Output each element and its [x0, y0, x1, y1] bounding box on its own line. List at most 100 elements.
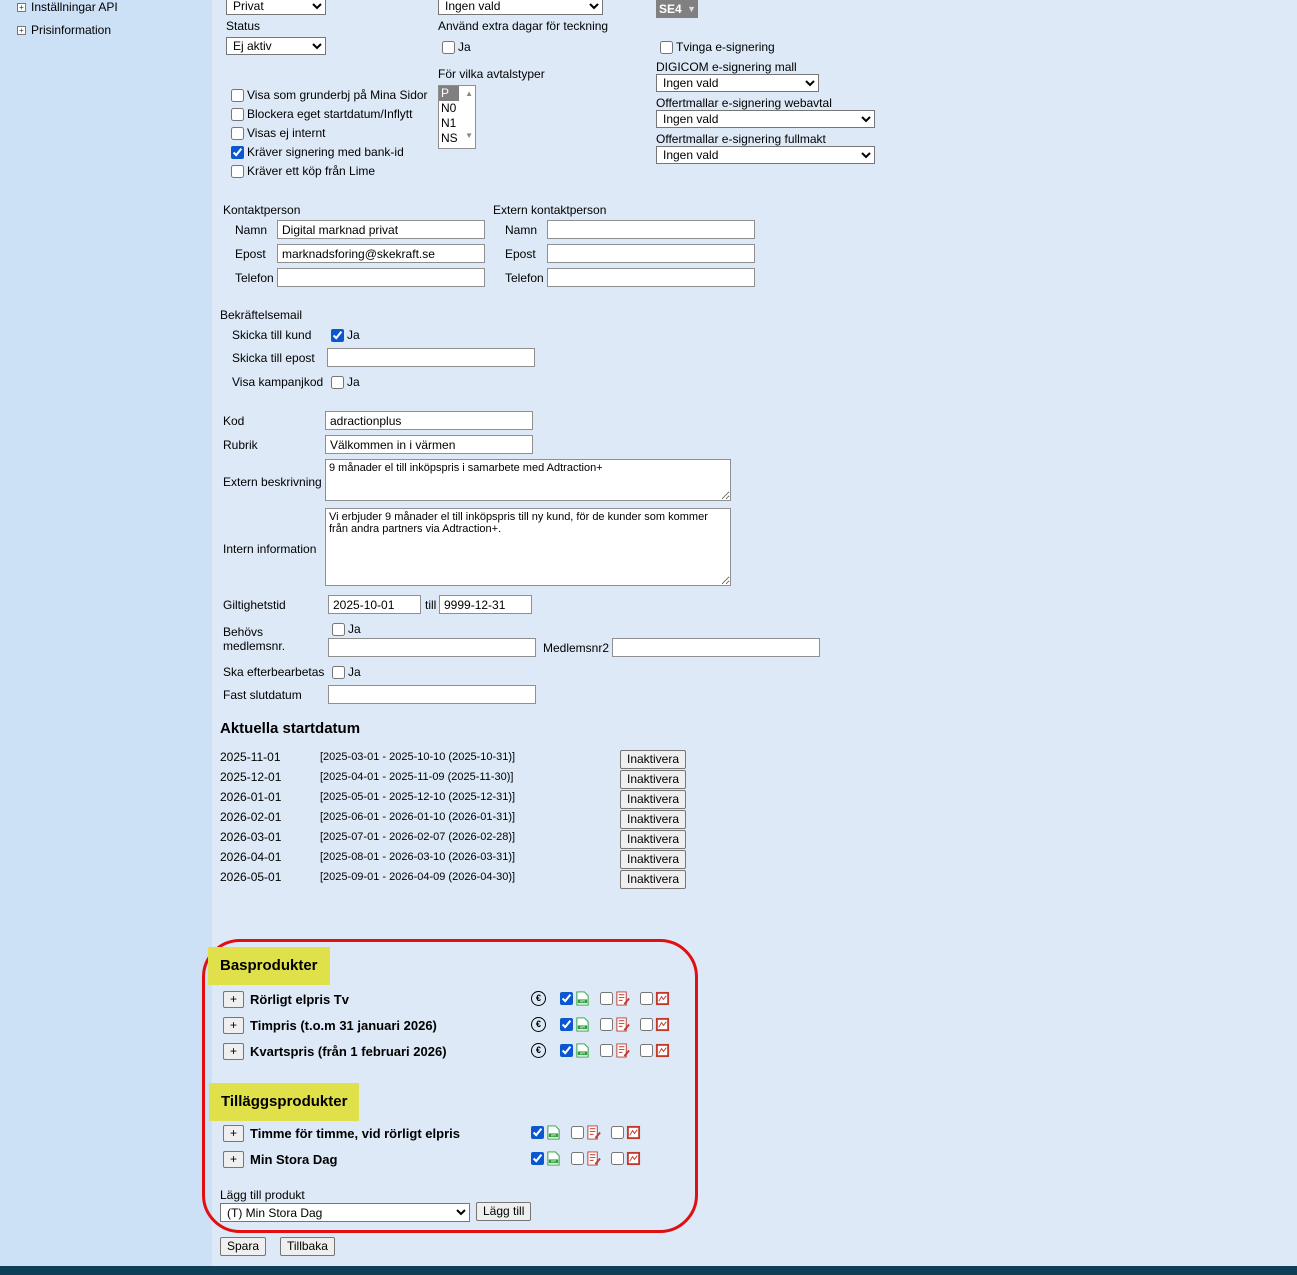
extern-beskrivning-textarea[interactable]: 9 månader el till inköpspris i samarbete… — [325, 459, 731, 501]
lagg-till-produkt-label: Lägg till produkt — [220, 1188, 305, 1202]
extern-kontaktperson-title: Extern kontaktperson — [493, 203, 607, 217]
product-name: Rörligt elpris Tv — [250, 992, 349, 1007]
edit-checkbox[interactable] — [571, 1126, 584, 1139]
signature-checkbox[interactable] — [640, 1044, 653, 1057]
product-options: € API — [531, 1043, 680, 1058]
spara-button[interactable]: Spara — [220, 1237, 267, 1256]
signature-checkbox[interactable] — [611, 1152, 624, 1165]
api-checkbox[interactable] — [560, 992, 573, 1005]
inaktivera-button[interactable]: Inaktivera — [620, 850, 687, 869]
tillbaka-button[interactable]: Tillbaka — [280, 1237, 335, 1256]
signature-doc-icon — [655, 1043, 670, 1058]
kraver-kop-lime-checkbox[interactable] — [231, 164, 244, 178]
expand-icon[interactable]: + — [17, 2, 26, 12]
svg-text:API: API — [580, 1026, 585, 1030]
expand-icon[interactable]: + — [17, 25, 26, 35]
efterbearbetas-checkbox[interactable] — [332, 665, 345, 679]
api-checkbox[interactable] — [531, 1126, 544, 1139]
expand-button[interactable]: + — [223, 991, 244, 1008]
visa-grunderbj-checkbox[interactable] — [231, 88, 244, 102]
startdatum-period: [2025-08-01 - 2026-03-10 (2026-03-31)] — [320, 851, 516, 863]
kontakt-namn-input[interactable] — [277, 220, 485, 239]
extern-namn-input[interactable] — [547, 220, 755, 239]
lagg-till-button[interactable]: Lägg till — [476, 1202, 532, 1221]
sidebar-item-label: Inställningar API — [31, 0, 118, 14]
signature-checkbox[interactable] — [611, 1126, 624, 1139]
behovs-medlemsnr-checkbox[interactable] — [332, 622, 345, 636]
webavtal-select[interactable]: Ingen vald — [656, 110, 875, 128]
sidebar-item-installningar-api[interactable]: + Inställningar API — [17, 0, 118, 14]
fast-slutdatum-input[interactable] — [328, 685, 536, 704]
medlemsnr2-label: Medlemsnr2 — [543, 641, 610, 655]
svg-text:API: API — [551, 1160, 556, 1164]
inaktivera-button[interactable]: Inaktivera — [620, 830, 687, 849]
se-select[interactable]: SE4 ▼ — [656, 0, 698, 18]
intern-information-textarea[interactable]: Vi erbjuder 9 månader el till inköpspris… — [325, 508, 731, 586]
avtalstyp-option[interactable]: N1 — [439, 116, 475, 131]
intern-information-label: Intern information — [223, 542, 317, 556]
product-options: API — [531, 1125, 651, 1140]
api-checkbox[interactable] — [560, 1044, 573, 1057]
product-name: Timme för timme, vid rörligt elpris — [250, 1126, 460, 1141]
signature-checkbox[interactable] — [640, 992, 653, 1005]
extern-telefon-input[interactable] — [547, 268, 755, 287]
sidebar-item-prisinformation[interactable]: + Prisinformation — [17, 23, 111, 37]
kod-label: Kod — [223, 414, 245, 428]
edit-checkbox[interactable] — [600, 992, 613, 1005]
checkbox-label: Kräver signering med bank-id — [247, 145, 404, 159]
giltighet-from-input[interactable] — [328, 595, 421, 614]
extra-days-checkbox-row: Ja — [442, 40, 471, 54]
inaktivera-button[interactable]: Inaktivera — [620, 770, 687, 789]
kontakt-epost-input[interactable] — [277, 244, 485, 263]
option-row: Kräver ett köp från Lime — [231, 164, 375, 178]
expand-button[interactable]: + — [223, 1017, 244, 1034]
lagg-till-produkt-select[interactable]: (T) Min Stora Dag — [220, 1203, 470, 1222]
avtalstyp-option[interactable]: P — [439, 86, 459, 101]
blockera-startdatum-checkbox[interactable] — [231, 107, 244, 121]
fullmakt-select[interactable]: Ingen vald — [656, 146, 875, 164]
visas-ej-internt-checkbox[interactable] — [231, 126, 244, 140]
rubrik-input[interactable] — [325, 435, 533, 454]
giltighet-to-input[interactable] — [439, 595, 532, 614]
medlemsnr2-input[interactable] — [612, 638, 820, 657]
inaktivera-button[interactable]: Inaktivera — [620, 810, 687, 829]
fullmakt-label: Offertmallar e-signering fullmakt — [656, 132, 826, 146]
kontakt-telefon-input[interactable] — [277, 268, 485, 287]
medlemsnr-input[interactable] — [328, 638, 536, 657]
kod-input[interactable] — [325, 411, 533, 430]
avtalstyp-option[interactable]: N0 — [439, 101, 475, 116]
extra-select[interactable]: Ingen vald — [438, 0, 603, 15]
visa-kampanjkod-checkbox[interactable] — [331, 375, 344, 389]
expand-button[interactable]: + — [223, 1125, 244, 1142]
inaktivera-button[interactable]: Inaktivera — [620, 790, 687, 809]
api-checkbox[interactable] — [531, 1152, 544, 1165]
edit-checkbox[interactable] — [600, 1018, 613, 1031]
digicom-select[interactable]: Ingen vald — [656, 74, 819, 92]
label-line: medlemsnr. — [223, 639, 286, 653]
edit-checkbox[interactable] — [571, 1152, 584, 1165]
skicka-kund-checkbox[interactable] — [331, 328, 344, 342]
sidebar-item-label: Prisinformation — [31, 23, 112, 37]
api-doc-icon: API — [576, 1043, 589, 1058]
avtalstyper-listbox[interactable]: P N0 N1 NS ▲ ▼ — [438, 85, 476, 149]
avtalstyper-label: För vilka avtalstyper — [438, 67, 545, 81]
edit-checkbox[interactable] — [600, 1044, 613, 1057]
kundtyp-select[interactable]: Privat — [226, 0, 326, 15]
api-checkbox[interactable] — [560, 1018, 573, 1031]
inaktivera-button[interactable]: Inaktivera — [620, 750, 687, 769]
status-select[interactable]: Ej aktiv — [226, 37, 326, 55]
skicka-epost-input[interactable] — [327, 348, 535, 367]
extern-epost-input[interactable] — [547, 244, 755, 263]
scroll-down-icon[interactable]: ▼ — [465, 131, 473, 140]
expand-button[interactable]: + — [223, 1151, 244, 1168]
euro-icon: € — [531, 1043, 546, 1058]
behovs-row: Ja — [332, 622, 361, 636]
expand-button[interactable]: + — [223, 1043, 244, 1060]
extra-days-checkbox[interactable] — [442, 40, 455, 54]
tvinga-checkbox[interactable] — [660, 40, 673, 54]
signature-checkbox[interactable] — [640, 1018, 653, 1031]
euro-icon: € — [531, 1017, 546, 1032]
kraver-bankid-checkbox[interactable] — [231, 145, 244, 159]
inaktivera-button[interactable]: Inaktivera — [620, 870, 687, 889]
scroll-up-icon[interactable]: ▲ — [465, 89, 473, 98]
